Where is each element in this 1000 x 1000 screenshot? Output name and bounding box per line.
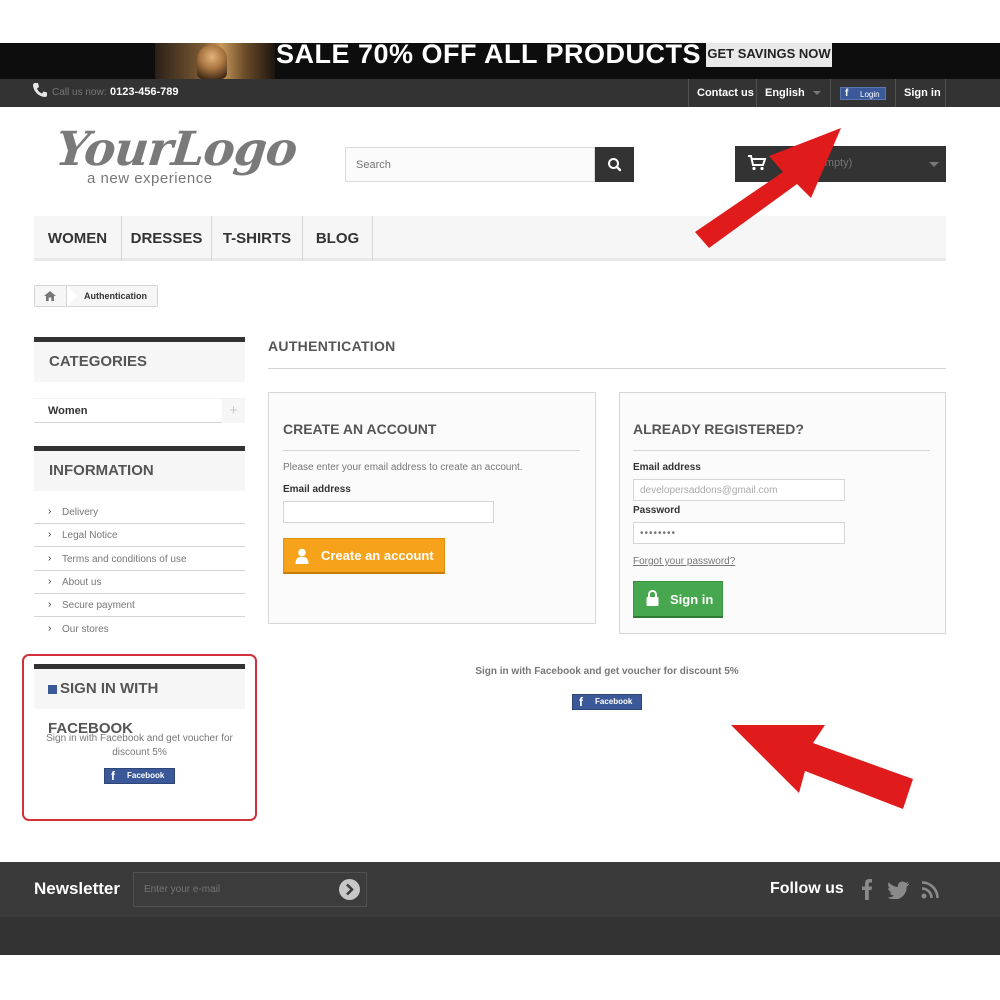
chevron-right-icon: ›: [48, 599, 52, 610]
create-account-label: Create an account: [321, 548, 434, 563]
expand-icon[interactable]: +: [222, 399, 245, 423]
promo-banner[interactable]: SALE 70% OFF ALL PRODUCTS GET SAVINGS NO…: [0, 43, 1000, 79]
chevron-right-icon: ›: [48, 576, 52, 587]
login-email-label: Email address: [633, 462, 701, 473]
information-title: INFORMATION: [34, 446, 245, 491]
follow-us-label: Follow us: [770, 880, 844, 897]
facebook-icon: f: [845, 88, 849, 99]
chevron-down-icon: [929, 162, 939, 167]
menu-item-dresses[interactable]: Dresses: [122, 216, 212, 261]
logo-tagline: a new experience: [87, 170, 213, 187]
facebook-signin-button[interactable]: f Facebook: [572, 694, 642, 710]
menu-item-women[interactable]: Women: [34, 216, 122, 261]
password-label: Password: [633, 505, 681, 516]
info-link-label: About us: [62, 577, 102, 588]
shop-logo[interactable]: YourLogo: [53, 122, 299, 177]
annotation-arrow-icon: [731, 725, 913, 809]
menu-item-blog[interactable]: Blog: [303, 216, 373, 261]
create-account-instructions: Please enter your email address to creat…: [283, 462, 523, 473]
create-email-label: Email address: [283, 484, 351, 495]
contact-us-link[interactable]: Contact us: [697, 79, 754, 107]
highlight-frame: [22, 654, 257, 821]
chevron-right-icon: ›: [48, 553, 52, 564]
category-item[interactable]: Women +: [34, 398, 245, 423]
top-nav-bar: Call us now: 0123-456-789 Contact us Eng…: [0, 79, 1000, 107]
password-input[interactable]: [634, 523, 844, 544]
twitter-icon[interactable]: [888, 881, 910, 899]
login-email-input[interactable]: [634, 480, 844, 501]
divider: [268, 368, 946, 369]
info-link-label: Legal Notice: [62, 530, 118, 541]
info-link-legal[interactable]: › Legal Notice: [34, 524, 245, 547]
info-link-payment[interactable]: › Secure payment: [34, 594, 245, 617]
info-link-label: Terms and conditions of use: [62, 554, 187, 565]
divider: [633, 450, 930, 451]
divider: [895, 79, 896, 107]
divider: [945, 79, 946, 107]
create-email-field[interactable]: [283, 501, 494, 523]
search-icon: [608, 158, 622, 172]
info-link-delivery[interactable]: › Delivery: [34, 501, 245, 524]
sign-in-link[interactable]: Sign in: [904, 79, 941, 107]
create-email-input[interactable]: [284, 502, 493, 523]
sign-in-button[interactable]: Sign in: [633, 581, 723, 618]
phone-number: 0123-456-789: [110, 86, 179, 98]
create-account-button[interactable]: Create an account: [283, 538, 445, 574]
search-button[interactable]: [595, 147, 634, 182]
info-link-label: Delivery: [62, 507, 99, 518]
lock-icon: [646, 590, 659, 606]
facebook-icon: f: [579, 695, 583, 709]
get-savings-button[interactable]: GET SAVINGS NOW: [706, 43, 832, 67]
info-link-label: Secure payment: [62, 600, 135, 611]
menu-item-tshirts[interactable]: T-shirts: [212, 216, 303, 261]
categories-title: CATEGORIES: [34, 337, 245, 382]
arrow-right-icon: [346, 883, 354, 896]
user-icon: [295, 548, 309, 564]
facebook-promo-text: Sign in with Facebook and get voucher fo…: [475, 666, 739, 677]
facebook-icon[interactable]: [859, 878, 875, 900]
chevron-right-icon: ›: [48, 623, 52, 634]
breadcrumb-current: Authentication: [84, 291, 147, 301]
divider: [67, 285, 77, 307]
home-icon[interactable]: [43, 289, 57, 307]
newsletter-field[interactable]: [133, 872, 367, 907]
divider: [283, 450, 580, 451]
facebook-button-label: Facebook: [595, 697, 633, 706]
category-label: Women: [48, 405, 88, 417]
page-title: AUTHENTICATION: [268, 338, 396, 354]
login-email-field[interactable]: [633, 479, 845, 501]
footer-bar: Newsletter Follow us: [0, 862, 1000, 917]
divider: [756, 79, 757, 107]
annotation-arrow-icon: [695, 128, 841, 248]
divider: [688, 79, 689, 107]
banner-model-image: [155, 43, 275, 79]
language-selector[interactable]: English: [765, 79, 805, 107]
info-link-terms[interactable]: › Terms and conditions of use: [34, 548, 245, 571]
chevron-right-icon: ›: [48, 529, 52, 540]
banner-title: SALE 70% OFF ALL PRODUCTS: [276, 43, 702, 69]
create-account-title: CREATE AN ACCOUNT: [283, 421, 437, 437]
login-title: ALREADY REGISTERED?: [633, 421, 804, 437]
newsletter-input[interactable]: [134, 873, 334, 906]
phone-label: Call us now:: [52, 87, 107, 98]
search-input[interactable]: [346, 148, 594, 181]
breadcrumb: Authentication: [34, 285, 158, 307]
chevron-down-icon: [813, 91, 821, 95]
facebook-login-button[interactable]: f Login: [840, 87, 886, 100]
password-field[interactable]: [633, 522, 845, 544]
facebook-login-label: Login: [860, 90, 880, 99]
info-link-label: Our stores: [62, 624, 109, 635]
newsletter-label: Newsletter: [34, 879, 120, 898]
newsletter-submit-button[interactable]: [339, 879, 360, 900]
rss-icon[interactable]: [921, 881, 939, 899]
footer-bottom: [0, 917, 1000, 955]
phone-icon: [32, 82, 48, 102]
chevron-right-icon: ›: [48, 506, 52, 517]
search-field[interactable]: [345, 147, 595, 182]
divider: [830, 79, 831, 107]
info-link-stores[interactable]: › Our stores: [34, 618, 245, 641]
forgot-password-link[interactable]: Forgot your password?: [633, 556, 735, 567]
info-link-about[interactable]: › About us: [34, 571, 245, 594]
sign-in-label: Sign in: [670, 592, 714, 607]
